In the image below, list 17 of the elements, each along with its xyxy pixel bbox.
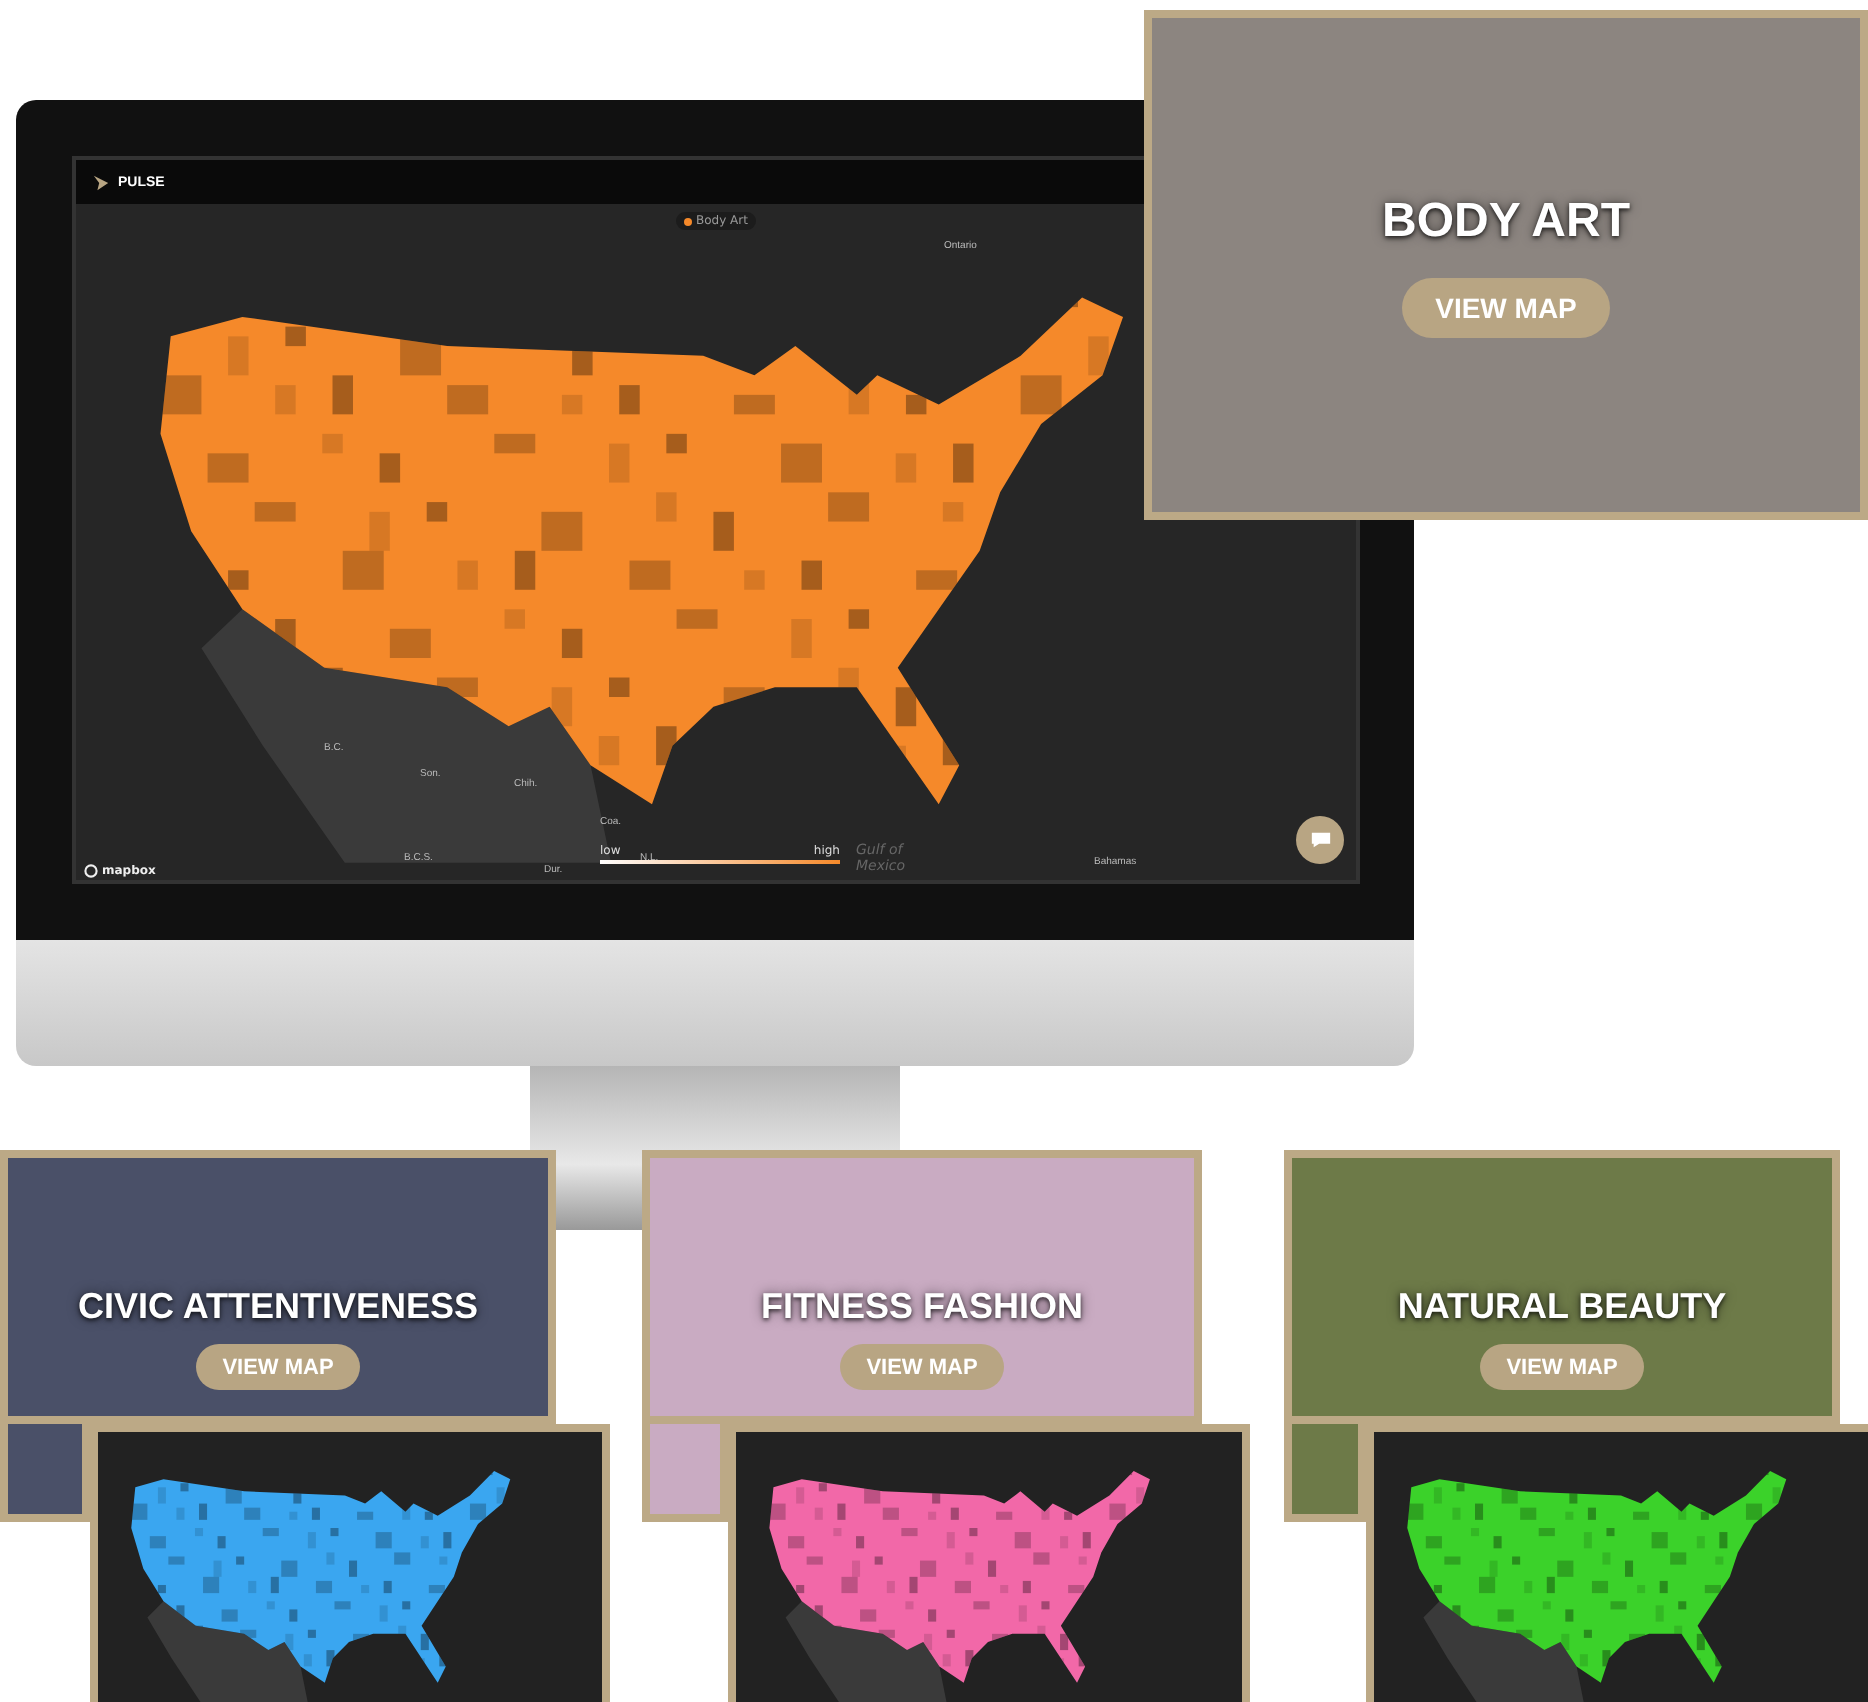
category-card[interactable]: FITNESS FASHION VIEW MAP bbox=[642, 1150, 1202, 1424]
card-title: FITNESS FASHION bbox=[760, 1286, 1083, 1328]
view-map-button[interactable]: VIEW MAP bbox=[1480, 1344, 1644, 1390]
layer-dot bbox=[684, 217, 692, 225]
card-title: BODY ART bbox=[1381, 193, 1630, 249]
view-map-button[interactable]: VIEW MAP bbox=[840, 1344, 1004, 1390]
chat-button[interactable] bbox=[1296, 816, 1344, 864]
feature-card[interactable]: BODY ART VIEW MAP bbox=[1144, 10, 1868, 520]
category-card[interactable]: NATURAL BEAUTY VIEW MAP bbox=[1284, 1150, 1840, 1424]
card-title: NATURAL BEAUTY bbox=[1397, 1286, 1727, 1328]
category-card[interactable]: CIVIC ATTENTIVENESS VIEW MAP bbox=[0, 1150, 556, 1424]
chat-bubble-icon bbox=[1309, 830, 1331, 850]
mapbox-logo-icon bbox=[84, 864, 98, 878]
view-map-button[interactable]: VIEW MAP bbox=[1401, 277, 1611, 337]
card-title: CIVIC ATTENTIVENESS bbox=[77, 1286, 479, 1328]
bird-logo-icon bbox=[92, 173, 110, 191]
view-map-button[interactable]: VIEW MAP bbox=[196, 1344, 360, 1390]
